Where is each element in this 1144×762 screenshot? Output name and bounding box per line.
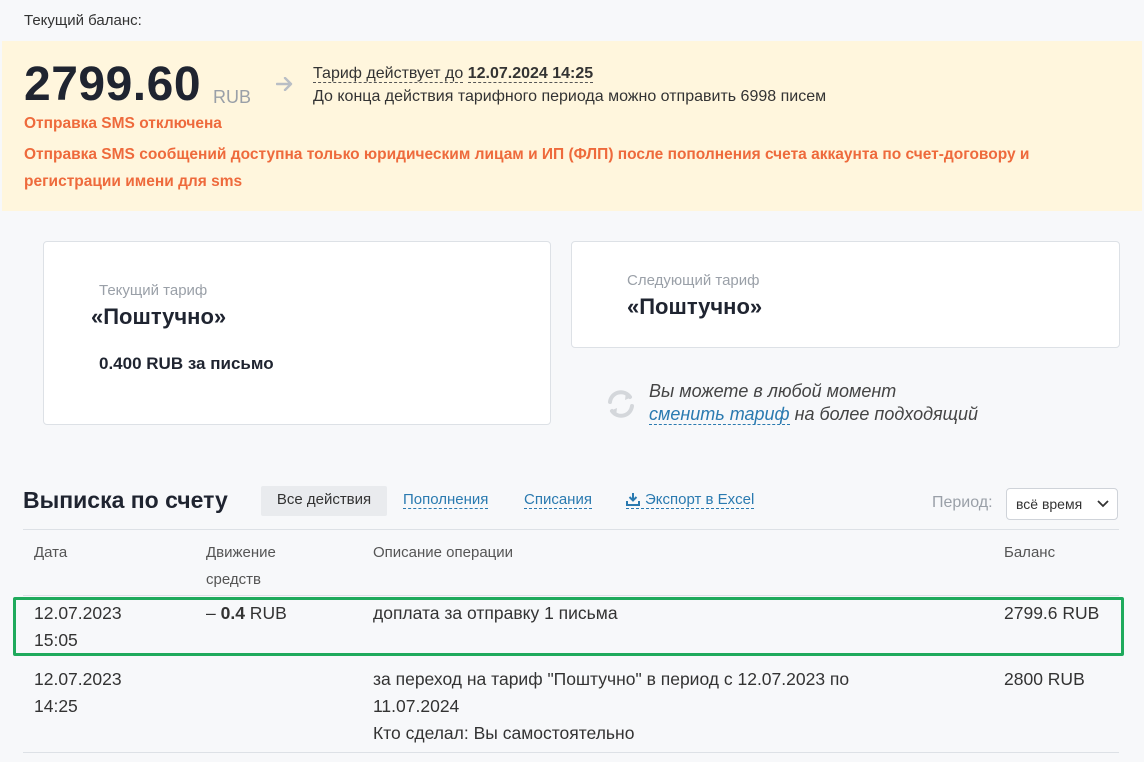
tariff-period-info: До конца действия тарифного периода можн… <box>313 88 827 105</box>
current-tariff-price: 0.400 RUB за письмо <box>99 354 274 373</box>
arrow-right-icon <box>276 77 293 91</box>
next-tariff-name: «Поштучно» <box>627 294 763 319</box>
column-header-movement-1: Движение <box>206 544 276 561</box>
row-description-line3: Кто сделал: Вы самостоятельно <box>373 723 635 743</box>
change-tariff-link[interactable]: сменить тариф <box>649 404 790 425</box>
row-date-day: 12.07.2023 <box>34 669 122 689</box>
table-top-rule <box>23 529 1119 530</box>
tab-topups[interactable]: Пополнения <box>403 486 489 509</box>
tariff-valid-label: Тариф действует до <box>313 65 464 83</box>
period-select-value: всё время <box>1016 496 1083 512</box>
balance-caption: Текущий баланс: <box>24 12 142 29</box>
current-tariff-caption: Текущий тариф <box>99 282 208 299</box>
row-description: доплата за отправку 1 письма <box>373 603 618 623</box>
column-header-movement-2: средств <box>206 571 261 588</box>
row-description: за переход на тариф "Поштучно" в период … <box>373 666 849 747</box>
export-excel-label: Экспорт в Excel <box>645 491 755 508</box>
row-date: 12.07.2023 15:05 <box>34 600 122 654</box>
next-tariff-card: Следующий тариф «Поштучно» <box>571 241 1120 348</box>
tariff-valid: Тариф действует до 12.07.2024 14:25 <box>313 65 594 83</box>
next-tariff-caption: Следующий тариф <box>627 272 760 289</box>
row-date: 12.07.2023 14:25 <box>34 666 122 720</box>
row-movement-currency: RUB <box>244 603 287 623</box>
tariff-valid-date: 12.07.2024 14:25 <box>467 65 594 83</box>
refresh-icon <box>608 390 634 418</box>
change-tariff-rest: на более подходящий <box>789 404 979 424</box>
download-icon <box>626 493 640 506</box>
column-header-description: Описание операции <box>373 544 514 561</box>
chevron-down-icon <box>1097 500 1109 508</box>
row-balance: 2799.6 RUB <box>1004 603 1100 623</box>
row-description-line1: за переход на тариф "Поштучно" в период … <box>373 669 850 689</box>
sms-availability-info: Отправка SMS сообщений доступна только ю… <box>24 146 1030 190</box>
current-tariff-card: Текущий тариф «Поштучно» 0.400 RUB за пи… <box>43 241 551 425</box>
balance-currency: RUB <box>213 87 252 107</box>
balance-amount: 2799.60 <box>24 58 202 111</box>
row-movement: – 0.4 RUB <box>206 600 287 627</box>
row-date-time: 14:25 <box>34 696 78 716</box>
sms-disabled-warning: Отправка SMS отключена <box>24 115 222 132</box>
row-date-day: 12.07.2023 <box>34 603 122 623</box>
current-tariff-name: «Поштучно» <box>91 304 227 329</box>
row-balance: 2800 RUB <box>1004 669 1085 689</box>
row-date-time: 15:05 <box>34 630 78 650</box>
period-label: Период: <box>932 494 993 511</box>
header-rule <box>23 595 1119 596</box>
balance-panel: 2799.60 RUB Тариф действует до 12.07.202… <box>2 41 1142 211</box>
column-header-movement: Движение средств <box>206 539 276 593</box>
period-select[interactable]: всё время <box>1006 488 1118 520</box>
row-movement-sign: – <box>206 603 221 623</box>
table-bottom-rule <box>23 752 1119 753</box>
tab-charges[interactable]: Списания <box>524 486 592 509</box>
column-header-balance: Баланс <box>1004 544 1056 561</box>
change-tariff-line2: сменить тариф на более подходящий <box>649 403 978 426</box>
export-excel-link[interactable]: Экспорт в Excel <box>626 486 755 509</box>
change-tariff-note: Вы можете в любой момент сменить тариф н… <box>649 380 978 426</box>
change-tariff-line1: Вы можете в любой момент <box>649 381 897 401</box>
row-movement-amount: 0.4 <box>220 603 245 623</box>
row-description-line2: 11.07.2024 <box>373 696 460 716</box>
statement-title: Выписка по счету <box>23 487 228 513</box>
tab-all-actions[interactable]: Все действия <box>261 486 387 516</box>
column-header-date: Дата <box>34 544 68 561</box>
